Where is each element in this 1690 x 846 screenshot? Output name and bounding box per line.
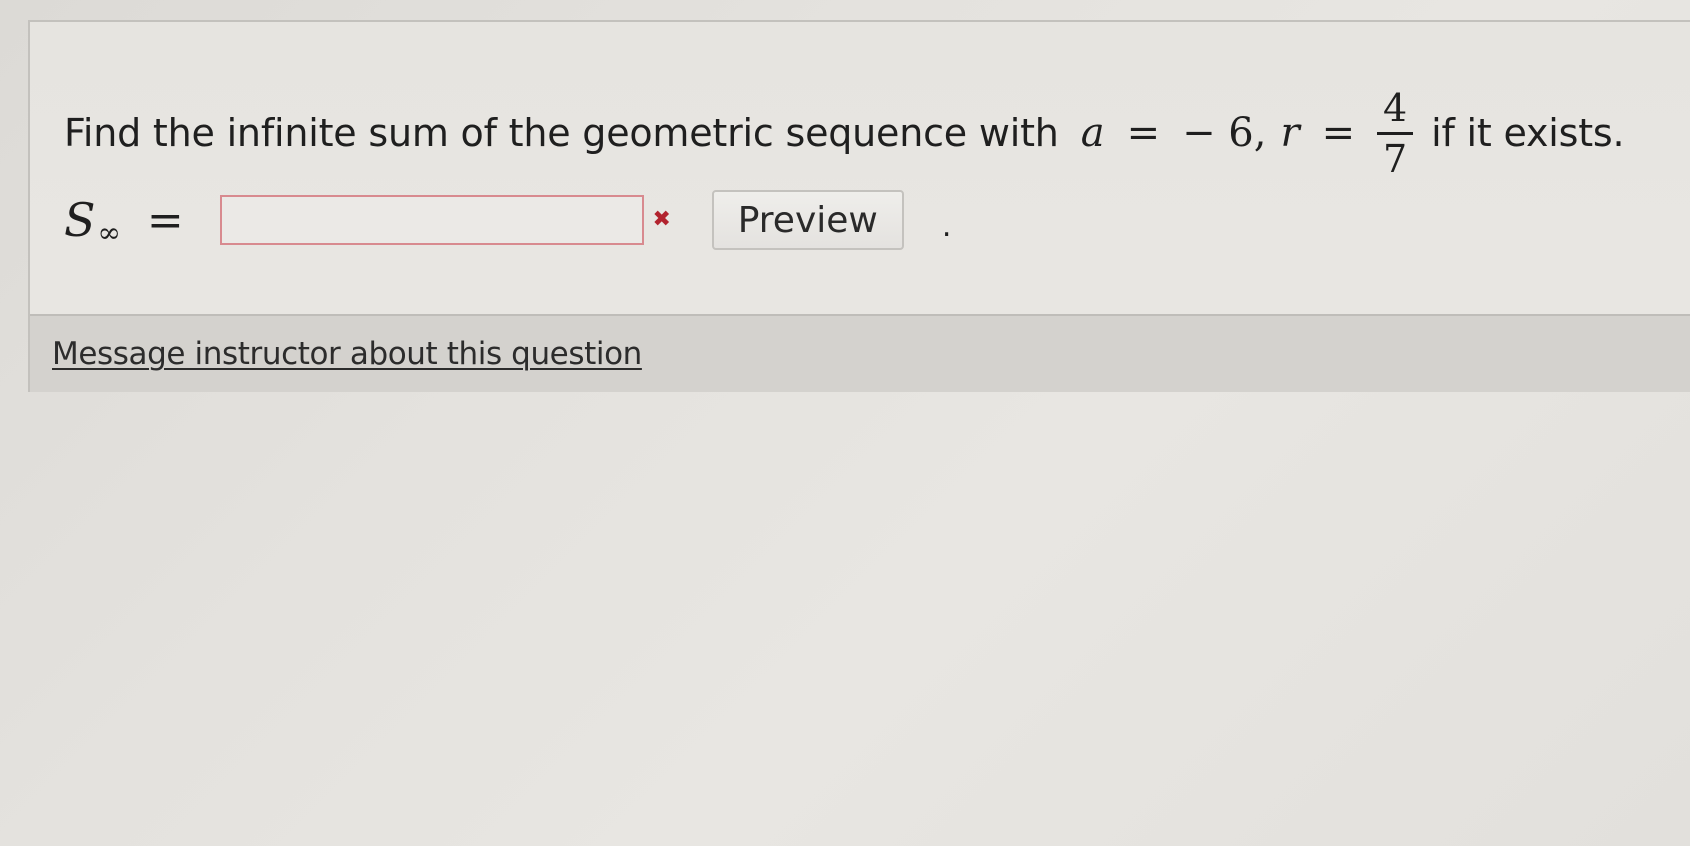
answer-equals-sign: = <box>146 194 184 246</box>
message-instructor-link[interactable]: Message instructor about this question <box>52 336 642 372</box>
question-card: Find the infinite sum of the geometric s… <box>28 20 1690 392</box>
r-numerator: 4 <box>1383 85 1408 130</box>
variable-a: a <box>1080 110 1105 156</box>
equals-sign-r: = <box>1321 110 1356 156</box>
answer-input[interactable] <box>219 195 644 245</box>
question-footer: Message instructor about this question <box>30 314 1690 392</box>
r-fraction: 4 7 <box>1377 85 1414 181</box>
question-prompt: Find the infinite sum of the geometric s… <box>64 78 1625 188</box>
sum-symbol: S <box>64 193 96 247</box>
infinity-subscript: ∞ <box>97 215 121 249</box>
prompt-prefix: Find the infinite sum of the geometric s… <box>64 111 1059 155</box>
trailing-period: . <box>941 208 952 244</box>
prompt-suffix: if it exists. <box>1431 111 1625 155</box>
r-denominator: 7 <box>1383 136 1408 181</box>
answer-row: S ∞ = ✖ Preview . <box>64 184 951 256</box>
preview-button[interactable]: Preview <box>711 190 904 250</box>
fraction-bar <box>1377 131 1414 135</box>
a-value: − 6, <box>1182 110 1267 156</box>
error-x-icon: ✖ <box>652 207 671 232</box>
equals-sign-a: = <box>1126 110 1161 156</box>
variable-r: r <box>1280 110 1300 156</box>
